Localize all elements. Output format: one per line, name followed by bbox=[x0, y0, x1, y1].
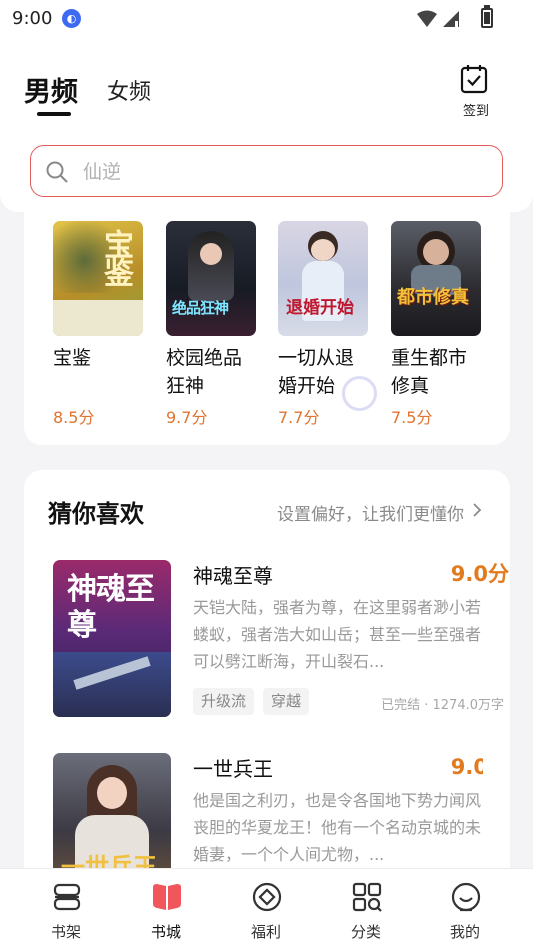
book-tag[interactable]: 穿越 bbox=[263, 688, 310, 715]
signin-label[interactable]: 签到 bbox=[463, 100, 489, 119]
signal-wifi-icon bbox=[417, 10, 459, 27]
nav-category[interactable]: 分类 bbox=[316, 869, 416, 948]
book-tag[interactable]: 升级流 bbox=[193, 688, 255, 715]
active-tab-indicator bbox=[37, 112, 71, 116]
tab-male[interactable]: 男频 bbox=[24, 70, 78, 109]
featured-book[interactable]: 都市修真 重生都市 修真 7.5分 bbox=[391, 221, 481, 427]
featured-book[interactable]: 宝鉴 宝鉴 8.5分 bbox=[53, 221, 143, 427]
book-score: 9.0分 bbox=[450, 562, 509, 586]
book-cover[interactable]: 神魂至尊 bbox=[53, 560, 171, 717]
cover-text: 退婚开始 bbox=[286, 298, 354, 318]
book-title: 重生都市 修真 bbox=[391, 347, 468, 397]
cover-text: 都市修真 bbox=[397, 287, 469, 308]
status-time: 9:00 bbox=[12, 8, 53, 29]
cover-text: 神魂至尊 bbox=[67, 572, 155, 643]
cover-text: 绝品狂神 bbox=[172, 299, 229, 317]
book-cover[interactable]: 都市修真 bbox=[391, 221, 481, 336]
nav-welfare[interactable]: 福利 bbox=[216, 869, 316, 948]
book-cover[interactable]: 一世兵王 bbox=[53, 753, 171, 873]
book-score: 7.7分 bbox=[278, 408, 320, 427]
cover-text: 宝鉴 bbox=[98, 229, 133, 285]
nav-bookshelf[interactable]: 书架 bbox=[16, 869, 116, 948]
bookshelf-icon bbox=[53, 883, 81, 911]
book-score: 7.5分 bbox=[391, 408, 433, 427]
loading-spinner-icon bbox=[342, 376, 377, 411]
bookstore-icon bbox=[153, 884, 181, 910]
book-title: 一世兵王 bbox=[193, 757, 273, 781]
nav-label: 福利 bbox=[250, 923, 281, 941]
nav-label: 书架 bbox=[50, 923, 81, 941]
guess-you-like-card: 猜你喜欢 设置偏好，让我们更懂你 神魂至尊 神魂至尊 9.0分 天铠大陆，强者为… bbox=[24, 470, 510, 890]
tab-female[interactable]: 女频 bbox=[107, 74, 151, 106]
section-title: 猜你喜欢 bbox=[48, 500, 144, 528]
nav-bookstore[interactable]: 书城 bbox=[116, 869, 216, 948]
book-cover[interactable]: 退婚开始 bbox=[278, 221, 368, 336]
app-notification-icon: ◐ bbox=[62, 9, 81, 28]
book-score: 9.0分 bbox=[450, 755, 483, 779]
book-meta: 已完结 · 1274.0万字 bbox=[381, 698, 504, 713]
book-description: 他是国之利刃，也是令各国地下势力闻风丧胆的华夏龙王！他有一个名动京城的未婚妻，一… bbox=[193, 791, 482, 864]
top-header: 男频 女频 签到 bbox=[0, 40, 533, 212]
chevron-right-icon[interactable] bbox=[471, 501, 483, 519]
recommended-book[interactable]: 神魂至尊 神魂至尊 9.0分 天铠大陆，强者为尊，在这里弱者渺小若蝼蚁，强者浩大… bbox=[53, 560, 509, 720]
battery-icon bbox=[481, 8, 493, 28]
search-input[interactable] bbox=[83, 158, 483, 186]
recommended-book[interactable]: 一世兵王 一世兵王 9.0分 他是国之利刃，也是令各国地下势力闻风丧胆的华夏龙王… bbox=[53, 753, 483, 873]
nav-label: 书城 bbox=[150, 923, 181, 941]
book-score: 8.5分 bbox=[53, 408, 95, 427]
nav-profile[interactable]: 我的 bbox=[415, 869, 515, 948]
featured-books-card: 宝鉴 宝鉴 8.5分 绝品狂神 校园绝品 狂神 9.7分 退婚开始 一切从退 婚开始… bbox=[24, 212, 510, 445]
book-score: 9.7分 bbox=[166, 408, 208, 427]
book-title: 宝鉴 bbox=[53, 347, 92, 369]
nav-label: 分类 bbox=[350, 923, 381, 941]
signin-calendar-icon[interactable] bbox=[459, 64, 489, 94]
book-description: 天铠大陆，强者为尊，在这里弱者渺小若蝼蚁，强者浩大如山岳；甚至一些至强者可以劈江… bbox=[193, 598, 482, 671]
preference-link[interactable]: 设置偏好，让我们更懂你 bbox=[277, 500, 464, 525]
book-cover[interactable]: 绝品狂神 bbox=[166, 221, 256, 336]
nav-label: 我的 bbox=[449, 923, 480, 941]
welfare-icon bbox=[252, 882, 282, 912]
featured-book[interactable]: 退婚开始 一切从退 婚开始 7.7分 bbox=[278, 221, 368, 427]
search-icon bbox=[46, 161, 68, 183]
bottom-nav: 书架 书城 福利 分类 我的 bbox=[0, 868, 533, 948]
category-icon bbox=[352, 882, 382, 912]
featured-book[interactable]: 绝品狂神 校园绝品 狂神 9.7分 bbox=[166, 221, 256, 427]
book-title: 校园绝品 狂神 bbox=[166, 347, 243, 397]
search-bar[interactable] bbox=[30, 145, 503, 197]
profile-icon bbox=[451, 882, 481, 912]
book-title: 神魂至尊 bbox=[193, 564, 273, 588]
book-cover[interactable]: 宝鉴 bbox=[53, 221, 143, 336]
status-bar: 9:00 ◐ bbox=[0, 0, 533, 40]
